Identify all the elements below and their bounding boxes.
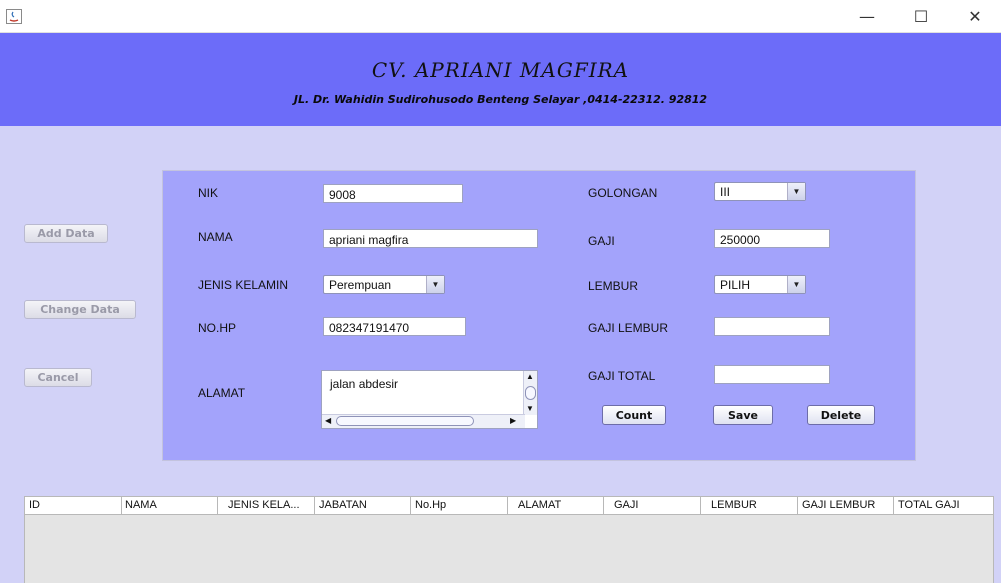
save-button[interactable]: Save — [713, 405, 773, 425]
window-title-bar: — ☐ ✕ — [0, 0, 1001, 33]
gaji-label: GAJI — [588, 234, 615, 248]
cancel-button[interactable]: Cancel — [24, 368, 92, 387]
minimize-button[interactable]: — — [844, 0, 890, 33]
golongan-selected: III — [720, 185, 731, 199]
gaji-lembur-label: GAJI LEMBUR — [588, 321, 669, 335]
close-button[interactable]: ✕ — [952, 0, 998, 33]
lembur-selected: PILIH — [720, 278, 751, 292]
chevron-down-icon[interactable]: ▼ — [787, 183, 805, 200]
column-header[interactable]: GAJI LEMBUR — [798, 497, 894, 514]
nama-label: NAMA — [198, 230, 233, 244]
gaji-total-input[interactable] — [714, 365, 830, 384]
nohp-label: NO.HP — [198, 321, 237, 335]
jenis-kelamin-select[interactable]: Perempuan ▼ — [323, 275, 445, 294]
alamat-label: ALAMAT — [198, 386, 246, 400]
jenis-kelamin-label: JENIS KELAMIN — [198, 278, 289, 292]
jenis-kelamin-selected: Perempuan — [329, 278, 392, 292]
column-header[interactable]: ALAMAT — [508, 497, 604, 514]
vertical-scrollbar[interactable]: ▲ ▼ — [523, 371, 537, 415]
scroll-thumb[interactable] — [336, 416, 474, 426]
employee-form-panel — [162, 170, 916, 461]
horizontal-scrollbar[interactable]: ◀ ▶ — [322, 414, 525, 428]
scroll-up-icon[interactable]: ▲ — [526, 372, 534, 381]
column-header[interactable]: ID — [25, 497, 122, 514]
nama-input[interactable]: apriani magfira — [323, 229, 538, 248]
company-name: CV. APRIANI MAGFIRA — [371, 58, 630, 82]
column-header[interactable]: JENIS KELA... — [218, 497, 315, 514]
add-data-button[interactable]: Add Data — [24, 224, 108, 243]
nohp-input[interactable]: 082347191470 — [323, 317, 466, 336]
delete-button[interactable]: Delete — [807, 405, 875, 425]
nik-input[interactable]: 9008 — [323, 184, 463, 203]
lembur-label: LEMBUR — [588, 279, 639, 293]
gaji-input[interactable]: 250000 — [714, 229, 830, 248]
chevron-down-icon[interactable]: ▼ — [426, 276, 444, 293]
gaji-total-label: GAJI TOTAL — [588, 369, 656, 383]
maximize-button[interactable]: ☐ — [898, 0, 944, 33]
scroll-thumb[interactable] — [525, 386, 536, 400]
column-header[interactable]: No.Hp — [411, 497, 508, 514]
column-header[interactable]: NAMA — [122, 497, 218, 514]
scroll-left-icon[interactable]: ◀ — [325, 416, 331, 425]
column-header[interactable]: GAJI — [604, 497, 701, 514]
table-header: ID NAMA JENIS KELA... JABATAN No.Hp ALAM… — [24, 496, 994, 515]
chevron-down-icon[interactable]: ▼ — [787, 276, 805, 293]
column-header[interactable]: LEMBUR — [701, 497, 798, 514]
scroll-right-icon[interactable]: ▶ — [510, 416, 516, 425]
column-header[interactable]: TOTAL GAJI — [894, 497, 993, 514]
change-data-button[interactable]: Change Data — [24, 300, 136, 319]
scroll-down-icon[interactable]: ▼ — [526, 404, 534, 413]
golongan-label: GOLONGAN — [588, 186, 658, 200]
gaji-lembur-input[interactable] — [714, 317, 830, 336]
company-address: JL. Dr. Wahidin Sudirohusodo Benteng Sel… — [293, 93, 708, 106]
data-table-body[interactable] — [24, 515, 994, 583]
alamat-textarea[interactable]: jalan abdesir ▲ ▼ ◀ ▶ — [321, 370, 538, 429]
lembur-select[interactable]: PILIH ▼ — [714, 275, 806, 294]
java-app-icon — [6, 9, 22, 24]
count-button[interactable]: Count — [602, 405, 666, 425]
golongan-select[interactable]: III ▼ — [714, 182, 806, 201]
nik-label: NIK — [198, 186, 219, 200]
column-header[interactable]: JABATAN — [315, 497, 411, 514]
alamat-text: jalan abdesir — [330, 377, 399, 391]
